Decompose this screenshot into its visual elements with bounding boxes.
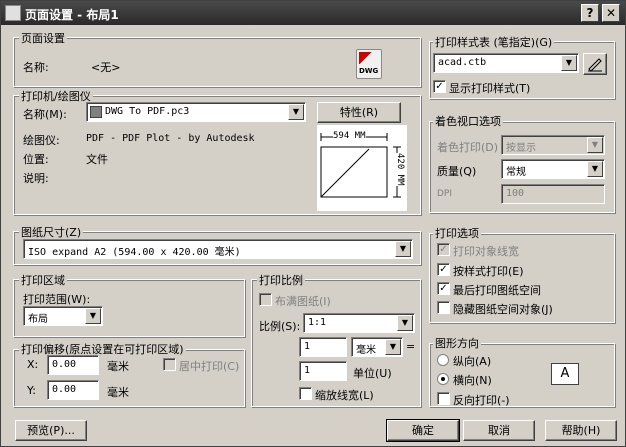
plot-range-select[interactable]: 布局 ▼: [23, 306, 103, 326]
plot-with-styles-checkbox[interactable]: ✓: [437, 263, 450, 276]
portrait-radio[interactable]: [437, 354, 449, 366]
help-title-button[interactable]: ?: [581, 4, 599, 22]
offset-y-input[interactable]: 0.00: [47, 380, 99, 400]
chevron-down-icon: ▼: [85, 308, 101, 324]
portrait-label: 纵向(A): [453, 355, 492, 368]
preview-width-label: 594 MM: [333, 131, 366, 141]
plot-style-table-group-title: 打印样式表 (笔指定)(G): [433, 34, 555, 50]
plot-range-label: 打印范围(W):: [23, 293, 91, 306]
fit-to-paper-label: 布满图纸(I): [275, 295, 331, 308]
scale-unit-select[interactable]: 毫米 ▼: [351, 337, 403, 357]
page-setup-name-label: 名称:: [23, 61, 49, 74]
chevron-down-icon: ▼: [587, 161, 603, 177]
landscape-radio[interactable]: [437, 373, 449, 385]
app-icon: [5, 5, 21, 21]
offset-y-label: Y:: [27, 384, 36, 397]
plot-paperspace-last-checkbox[interactable]: ✓: [437, 282, 450, 295]
plot-options-group-title: 打印选项: [433, 225, 481, 241]
printer-icon: [90, 106, 102, 118]
paper-preview: 594 MM 420 MM: [317, 125, 407, 211]
chevron-down-icon: ▼: [395, 241, 411, 257]
hide-paperspace-objects-checkbox[interactable]: [437, 301, 450, 314]
cancel-button[interactable]: 取消: [463, 420, 535, 441]
location-value: 文件: [86, 153, 108, 166]
title-bar: 页面设置 - 布局1 ? ✕: [1, 1, 625, 25]
ok-button[interactable]: 确定: [386, 419, 460, 442]
display-plot-styles-checkbox[interactable]: ✓: [433, 80, 446, 93]
preview-button[interactable]: 预览(P)...: [15, 420, 87, 441]
chevron-down-icon: ▼: [288, 104, 304, 120]
properties-button[interactable]: 特性(R): [317, 102, 401, 123]
scale-unit2-label: 单位(U): [353, 367, 392, 380]
dwg-icon-label: DWG: [359, 67, 379, 75]
dpi-label: DPI: [437, 189, 453, 199]
printer-name-label: 名称(M):: [23, 108, 67, 121]
chevron-down-icon: ▼: [587, 137, 603, 153]
fit-to-paper-checkbox[interactable]: [259, 293, 272, 306]
offset-x-unit: 毫米: [107, 360, 129, 373]
quality-label: 质量(Q): [437, 165, 477, 178]
shaded-viewport-group-title: 着色视口选项: [433, 113, 503, 129]
page-setup-dialog: 页面设置 - 布局1 ? ✕ 页面设置 名称: <无> DWG 打印机/绘图仪 …: [0, 0, 626, 447]
printer-name-select[interactable]: DWG To PDF.pc3 ▼: [86, 102, 306, 122]
offset-x-input[interactable]: 0.00: [47, 355, 99, 375]
plotter-value: PDF - PDF Plot - by Autodesk: [86, 133, 255, 144]
scale-lineweights-checkbox[interactable]: [299, 387, 312, 400]
plot-area-group-title: 打印区域: [19, 272, 67, 288]
scale-select[interactable]: 1:1 ▼: [303, 313, 415, 333]
location-label: 位置:: [23, 153, 49, 166]
chevron-down-icon: ▼: [561, 55, 577, 71]
paper-size-select[interactable]: ISO expand A2 (594.00 x 420.00 毫米) ▼: [23, 239, 413, 259]
reverse-plot-checkbox[interactable]: [437, 392, 450, 405]
scale-value2-input[interactable]: 1: [299, 361, 347, 381]
description-label: 说明:: [23, 172, 49, 185]
preview-height-label: 420 MM: [395, 153, 405, 186]
shade-plot-select[interactable]: 按显示 ▼: [501, 135, 605, 155]
offset-y-unit: 毫米: [107, 386, 129, 399]
plot-paperspace-last-label: 最后打印图纸空间: [453, 284, 541, 297]
scale-lineweights-label: 缩放线宽(L): [315, 389, 374, 402]
close-title-button[interactable]: ✕: [602, 4, 620, 22]
center-plot-checkbox[interactable]: [163, 358, 176, 371]
shade-plot-label: 着色打印(D): [437, 141, 499, 154]
scale-value1-input[interactable]: 1: [299, 337, 347, 357]
plot-lineweights-checkbox[interactable]: ✓: [437, 243, 450, 256]
paper-size-group-title: 图纸尺寸(Z): [19, 224, 84, 240]
pencil-icon: [588, 58, 602, 72]
plot-with-styles-label: 按样式打印(E): [453, 265, 524, 278]
quality-select[interactable]: 常规 ▼: [501, 159, 605, 179]
plot-scale-group-title: 打印比例: [257, 272, 305, 288]
dialog-title: 页面设置 - 布局1: [25, 8, 119, 22]
page-setup-name-value: <无>: [91, 61, 121, 74]
chevron-down-icon: ▼: [385, 339, 401, 355]
center-plot-label: 居中打印(C): [179, 360, 240, 373]
edit-plot-style-button[interactable]: [583, 53, 607, 75]
plot-lineweights-label: 打印对象线宽: [453, 245, 519, 258]
printer-plotter-group-title: 打印机/绘图仪: [19, 88, 93, 104]
offset-x-label: X:: [27, 358, 39, 371]
help-button[interactable]: 帮助(H): [545, 420, 617, 441]
orientation-paper-icon: A: [551, 363, 579, 385]
page-setup-group-title: 页面设置: [19, 30, 67, 46]
scale-equals: =: [406, 340, 416, 353]
hide-paperspace-objects-label: 隐藏图纸空间对象(J): [453, 303, 553, 316]
landscape-label: 横向(N): [453, 374, 492, 387]
plot-offset-group-title: 打印偏移(原点设置在可打印区域): [19, 341, 186, 357]
plot-style-select[interactable]: acad.ctb ▼: [433, 53, 579, 73]
scale-label: 比例(S):: [259, 320, 301, 333]
dpi-input[interactable]: 100: [501, 184, 605, 204]
dwg-file-icon: DWG: [356, 49, 382, 79]
display-plot-styles-label: 显示打印样式(T): [449, 82, 531, 95]
reverse-plot-label: 反向打印(-): [453, 394, 510, 407]
chevron-down-icon: ▼: [397, 315, 413, 331]
orientation-group-title: 图形方向: [433, 335, 481, 351]
plotter-label: 绘图仪:: [23, 134, 60, 147]
